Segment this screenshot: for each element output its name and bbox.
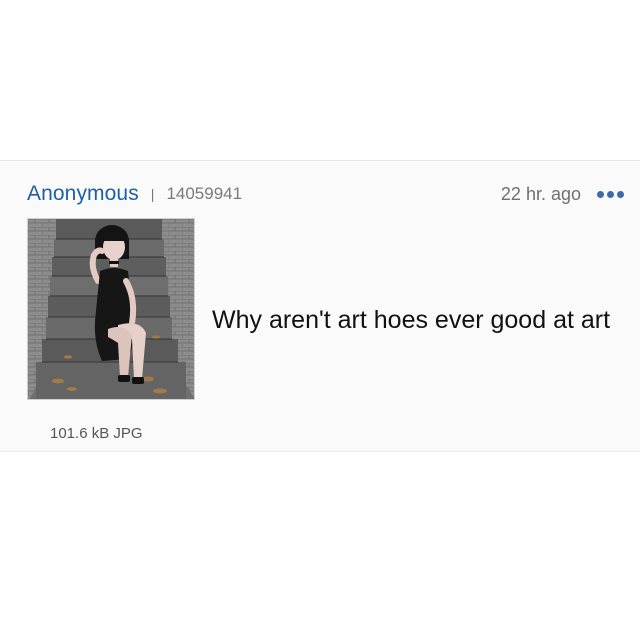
header-separator: | <box>150 186 155 202</box>
file-info: 101.6 kB JPG <box>50 425 143 442</box>
post-card: Anonymous | 14059941 22 hr. ago 101.6 kB… <box>0 160 640 452</box>
post-id[interactable]: 14059941 <box>166 184 242 204</box>
more-dot <box>597 190 604 198</box>
post-header: Anonymous | 14059941 22 hr. ago <box>27 179 626 209</box>
poster-name[interactable]: Anonymous <box>27 182 139 206</box>
post-body-text: Why aren't art hoes ever good at art <box>212 306 611 334</box>
post-image-thumbnail[interactable] <box>27 218 195 400</box>
post-timestamp: 22 hr. ago <box>500 183 581 204</box>
more-dot <box>617 190 624 198</box>
thumbnail-photo <box>28 219 194 399</box>
more-options-icon[interactable] <box>595 184 626 204</box>
more-dot <box>607 190 614 198</box>
page: Anonymous | 14059941 22 hr. ago 101.6 kB… <box>0 0 640 640</box>
